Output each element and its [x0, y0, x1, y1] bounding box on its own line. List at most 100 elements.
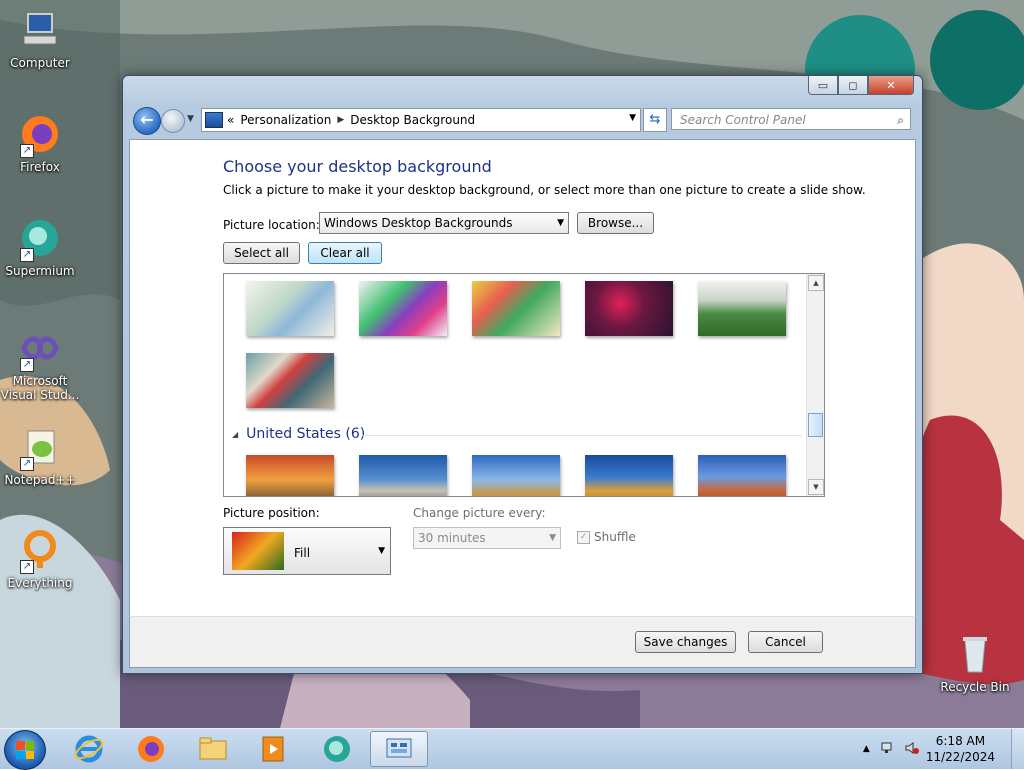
computer-icon	[18, 8, 62, 52]
background-thumbnail[interactable]	[359, 281, 447, 336]
address-dropdown-icon[interactable]: ▼	[629, 113, 636, 123]
background-thumbnail[interactable]	[585, 455, 673, 496]
internet-explorer-icon	[74, 735, 104, 763]
dialog-footer: Save changes Cancel	[129, 616, 916, 668]
maximize-button[interactable]: ◻	[838, 76, 868, 95]
content-pane: Choose your desktop background Click a p…	[129, 139, 916, 617]
taskbar-firefox[interactable]	[124, 731, 178, 767]
cancel-button[interactable]: Cancel	[748, 631, 823, 653]
back-button[interactable]: ←	[133, 107, 161, 135]
background-thumbnail[interactable]	[246, 281, 334, 336]
shuffle-checkbox[interactable]: ✓ Shuffle	[577, 530, 636, 544]
clear-all-button[interactable]: Clear all	[308, 242, 382, 264]
search-placeholder: Search Control Panel	[680, 113, 806, 127]
explorer-folder-icon	[199, 737, 227, 760]
clock[interactable]: 6:18 AM 11/22/2024	[926, 733, 995, 765]
everything-icon: ↗	[18, 528, 62, 574]
clock-time: 6:18 AM	[935, 734, 986, 748]
close-icon: ✕	[886, 78, 896, 92]
save-changes-button[interactable]: Save changes	[635, 631, 736, 653]
desktop-icon-recycle-bin[interactable]: Recycle Bin	[935, 632, 1015, 694]
collapse-triangle-icon[interactable]: ◢	[232, 430, 238, 439]
search-icon[interactable]: ⌕	[897, 109, 904, 131]
background-thumbnail[interactable]	[698, 281, 786, 336]
desktop-icon-notepadpp[interactable]: ↗ Notepad++	[0, 425, 80, 487]
flower-preview-icon	[232, 532, 284, 570]
taskbar-internet-explorer[interactable]	[62, 731, 116, 767]
control-panel-icon	[386, 738, 412, 758]
desktop-icon-label: Everything	[7, 576, 73, 590]
page-title: Choose your desktop background	[223, 157, 492, 176]
checkmark-icon: ✓	[577, 530, 590, 544]
breadcrumb-separator-icon[interactable]: ▶	[337, 115, 344, 125]
network-icon[interactable]	[880, 740, 896, 759]
scroll-up-icon[interactable]: ▲	[808, 275, 824, 291]
group-label: United States (6)	[246, 426, 366, 442]
search-input[interactable]: Search Control Panel ⌕	[671, 108, 911, 130]
volume-muted-icon[interactable]	[904, 740, 920, 759]
maximize-icon: ◻	[848, 78, 858, 92]
notepadpp-icon: ↗	[18, 425, 62, 471]
desktop-icon-label: Recycle Bin	[940, 680, 1010, 694]
scroll-down-icon[interactable]: ▼	[808, 479, 824, 495]
scrollbar-thumb[interactable]	[808, 413, 823, 437]
change-picture-value: 30 minutes	[418, 531, 486, 545]
background-thumbnail[interactable]	[472, 455, 560, 496]
start-button[interactable]	[4, 730, 46, 770]
breadcrumb-personalization[interactable]: Personalization	[240, 113, 331, 127]
group-header-united-states[interactable]: ◢ United States (6)	[232, 426, 802, 442]
shuffle-label: Shuffle	[594, 530, 636, 544]
background-thumbnail[interactable]	[246, 353, 334, 408]
desktop-icon-label: Notepad++	[4, 473, 76, 487]
change-picture-label: Change picture every:	[413, 506, 546, 520]
background-thumbnail[interactable]	[472, 281, 560, 336]
show-desktop-button[interactable]	[1011, 729, 1024, 769]
desktop-icon-firefox[interactable]: ↗ Firefox	[0, 112, 80, 174]
change-picture-select[interactable]: 30 minutes ▼	[413, 527, 561, 549]
background-thumbnail[interactable]	[246, 455, 334, 496]
forward-button[interactable]	[161, 109, 185, 133]
browse-button[interactable]: Browse...	[577, 212, 654, 234]
taskbar-explorer[interactable]	[186, 731, 240, 767]
picture-location-select[interactable]: Windows Desktop Backgrounds ▼	[319, 212, 569, 234]
minimize-button[interactable]: ▭	[808, 76, 838, 95]
background-thumbnail[interactable]	[359, 455, 447, 496]
desktop-icon-label: Microsoft Visual Stud...	[0, 374, 80, 402]
desktop-icon-computer[interactable]: Computer	[0, 8, 80, 70]
refresh-icon: ⇆	[649, 112, 661, 127]
picture-location-value: Windows Desktop Backgrounds	[324, 216, 513, 230]
navigation-bar: ← ▼ « Personalization ▶ Desktop Backgrou…	[131, 106, 914, 135]
windows-logo-icon	[16, 741, 34, 759]
close-button[interactable]: ✕	[868, 76, 914, 95]
recent-pages-dropdown[interactable]: ▼	[187, 114, 194, 124]
desktop-icon-everything[interactable]: ↗ Everything	[0, 528, 80, 590]
gallery-scrollbar[interactable]: ▲ ▼	[806, 274, 824, 496]
background-thumbnail[interactable]	[585, 281, 673, 336]
taskbar-control-panel[interactable]	[370, 731, 428, 767]
minimize-icon: ▭	[817, 78, 829, 92]
picture-position-select[interactable]: Fill ▼	[223, 527, 391, 575]
refresh-button[interactable]: ⇆	[643, 108, 667, 132]
show-hidden-icons-icon[interactable]: ▲	[863, 744, 870, 754]
page-description: Click a picture to make it your desktop …	[223, 183, 866, 197]
select-all-button[interactable]: Select all	[223, 242, 300, 264]
chevron-down-icon: ▼	[378, 546, 385, 556]
clock-date: 11/22/2024	[925, 750, 995, 764]
taskbar-media-player[interactable]	[246, 731, 300, 767]
recycle-bin-icon	[953, 632, 997, 676]
taskbar-supermium[interactable]	[310, 731, 364, 767]
address-bar[interactable]: « Personalization ▶ Desktop Background ▼	[201, 108, 641, 132]
chevron-down-icon: ▼	[549, 533, 556, 543]
desktop-icon-label: Supermium	[5, 264, 75, 278]
chevron-down-icon: ▼	[557, 218, 564, 228]
desktop-icon-visual-studio[interactable]: ↗ Microsoft Visual Stud...	[0, 326, 80, 402]
desktop-icon-supermium[interactable]: ↗ Supermium	[0, 216, 80, 278]
picture-position-value: Fill	[294, 546, 311, 560]
background-thumbnail[interactable]	[698, 455, 786, 496]
background-gallery: ◢ United States (6) ▲ ▼	[223, 273, 825, 497]
breadcrumb-overflow[interactable]: «	[227, 113, 234, 127]
media-player-icon	[262, 736, 284, 762]
breadcrumb-desktop-background[interactable]: Desktop Background	[350, 113, 475, 127]
desktop-background-window: ▭ ◻ ✕ ← ▼ « Personalization ▶ Desktop Ba…	[122, 75, 923, 674]
window-controls: ▭ ◻ ✕	[808, 76, 914, 95]
